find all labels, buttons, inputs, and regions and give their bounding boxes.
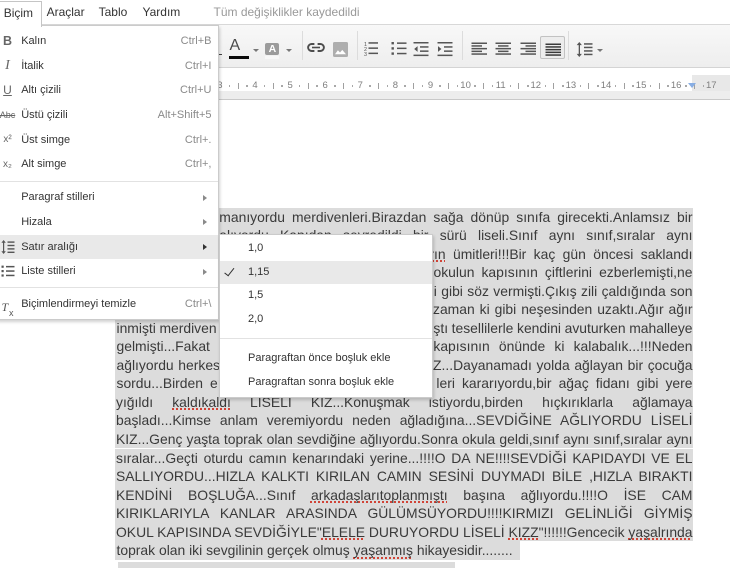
svg-text:3: 3 <box>364 52 367 57</box>
